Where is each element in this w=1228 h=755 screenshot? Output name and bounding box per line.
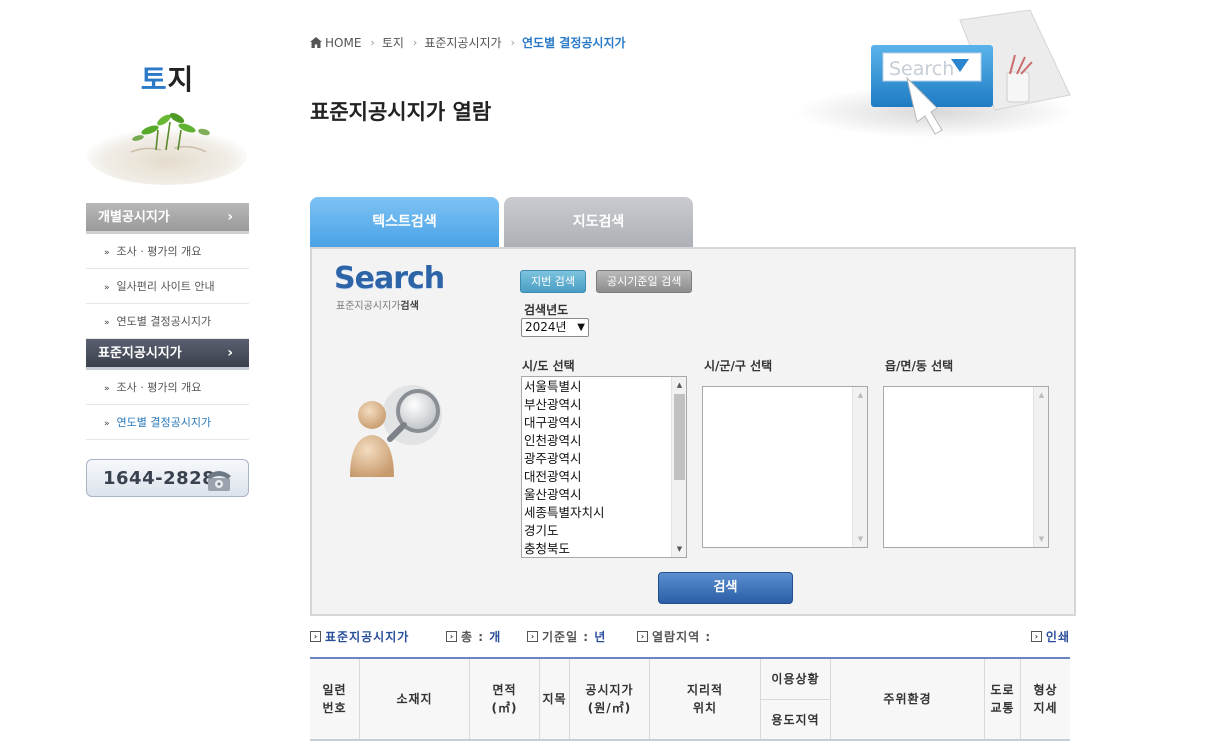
search-panel: Search 표준지공시지가검색 지번 검색 공시기준일 검색 검색년도 202… [310,247,1076,616]
sido-option[interactable]: 부산광역시 [524,396,670,414]
sidebar-section-individual[interactable]: 개별공시지가 › [86,203,249,234]
sidebar-title: 토지 [140,63,195,96]
sido-option[interactable]: 충청북도 [524,540,670,557]
result-total: › 총 : 개 [446,628,501,645]
col-geo: 지리적 위치 [650,659,761,739]
search-button[interactable]: 검색 [658,572,793,604]
box-arrow-icon: › [1030,631,1042,642]
year-label: 검색년도 [524,303,569,317]
result-standard-label: › 표준지공시지가 [310,628,409,645]
sidebar-section-standard[interactable]: 표준지공시지가 › [86,339,249,370]
sidebar-menu: 개별공시지가 › » 조사 · 평가의 개요 » 일사편리 사이트 안내 » 연도별 결… [86,203,249,440]
chevron-down-icon: ▼ [577,322,585,333]
chevron-right-icon: › [510,36,515,49]
breadcrumb-home[interactable]: HOME [325,36,361,50]
search-monitor-illustration: Search [795,9,1075,138]
sido-option[interactable]: 인천광역시 [524,432,670,450]
breadcrumb-land[interactable]: 토지 [382,34,404,51]
sido-option[interactable]: 울산광역시 [524,486,670,504]
result-region: › 열람지역 : [637,628,711,645]
year-select[interactable]: 2024년 ▼ [521,318,589,337]
breadcrumb-current: 연도별 결정공시지가 [522,36,626,50]
col-surround: 주위환경 [831,659,985,739]
double-arrow-icon: » [104,384,110,394]
chevron-right-icon: › [370,36,375,49]
double-arrow-icon: » [104,318,110,328]
col-use-status: 이용상황 [761,659,831,699]
chevron-right-icon: › [412,36,418,49]
sido-option[interactable]: 대전광역시 [524,468,670,486]
home-icon [310,37,322,48]
box-arrow-icon: › [446,631,457,642]
chevron-right-icon: › [227,209,233,225]
sigungu-label: 시/군/구 선택 [704,359,773,373]
scroll-thumb[interactable] [674,394,685,480]
phone-number: 1644-2828 [103,468,216,489]
col-serial: 일련 번호 [310,659,360,739]
col-shape: 형상 지세 [1033,683,1058,715]
sidebar-item-standard-overview[interactable]: » 조사 · 평가의 개요 [86,370,249,405]
sido-options: 서울특별시 부산광역시 대구광역시 인천광역시 광주광역시 대전광역시 울산광역… [522,377,670,557]
telephone-icon [207,471,231,491]
phone-contact-box: 1644-2828 [86,459,249,497]
scroll-down-icon[interactable]: ▼ [1034,532,1048,546]
sigungu-scrollbar[interactable]: ▲ ▼ [852,387,867,547]
page-title: 표준지공시지가 열람 [310,100,492,124]
box-arrow-icon: › [310,631,321,642]
scroll-down-icon[interactable]: ▼ [853,532,867,546]
sido-option[interactable]: 대구광역시 [524,414,670,432]
col-price: 공시지가 (원/㎡) [570,659,650,739]
col-road: 도로 교통 [985,659,1021,739]
breadcrumb: HOME › 토지 › 표준지공시지가 › 연도별 결정공시지가 [310,34,626,51]
result-table: 일련 번호 소재지 면적 (㎡) 지목 공시지가 (원/㎡) 지리적 위치 이용상황 용… [310,657,1070,741]
scroll-up-icon[interactable]: ▲ [672,378,686,392]
dong-label: 읍/면/동 선택 [885,359,954,373]
col-location: 소재지 [360,659,470,739]
breadcrumb-standard[interactable]: 표준지공시지가 [424,34,501,51]
sidebar-item-individual-yearly[interactable]: » 연도별 결정공시지가 [86,304,249,339]
double-arrow-icon: » [104,419,110,429]
print-link[interactable]: › 인쇄 [1030,628,1070,645]
scroll-up-icon[interactable]: ▲ [1034,388,1048,402]
lot-number-search-button[interactable]: 지번 검색 [520,270,586,293]
col-area: 면적 (㎡) [470,659,540,739]
sigungu-listbox[interactable]: ▲ ▼ [702,386,868,548]
scroll-down-icon[interactable]: ▼ [672,542,686,556]
dong-listbox[interactable]: ▲ ▼ [883,386,1049,548]
tab-text-search[interactable]: 텍스트검색 [310,197,499,247]
sprout-illustration [87,112,247,185]
double-arrow-icon: » [104,283,110,293]
table-header: 일련 번호 소재지 면적 (㎡) 지목 공시지가 (원/㎡) 지리적 위치 이용상황 용… [310,659,1070,739]
result-base-date: › 기준일 : 년 [527,628,606,645]
col-zoning: 용도지역 [761,699,831,739]
search-word-graphic: Search [889,58,954,80]
sido-option[interactable]: 광주광역시 [524,450,670,468]
search-logo: Search [334,261,445,296]
sido-listbox[interactable]: 서울특별시 부산광역시 대구광역시 인천광역시 광주광역시 대전광역시 울산광역… [521,376,687,558]
scroll-up-icon[interactable]: ▲ [853,388,867,402]
sido-option[interactable]: 세종특별자치시 [524,504,670,522]
box-arrow-icon: › [527,631,538,642]
sidebar-item-standard-yearly[interactable]: » 연도별 결정공시지가 [86,405,249,440]
tab-map-search[interactable]: 지도검색 [504,197,693,247]
box-arrow-icon: › [637,631,648,642]
user-magnifier-illustration [350,385,442,477]
col-jimok: 지목 [540,659,570,739]
search-logo-subtitle: 표준지공시지가검색 [336,301,419,312]
announce-date-search-button[interactable]: 공시기준일 검색 [596,270,693,293]
sido-option[interactable]: 서울특별시 [524,378,670,396]
double-arrow-icon: » [104,248,110,258]
sido-scrollbar[interactable]: ▲ ▼ [671,377,686,557]
chevron-right-icon: › [227,345,233,361]
sidebar-item-individual-overview[interactable]: » 조사 · 평가의 개요 [86,234,249,269]
sido-label: 시/도 선택 [522,359,575,373]
dong-scrollbar[interactable]: ▲ ▼ [1033,387,1048,547]
result-info-bar: › 표준지공시지가 › 총 : 개 › 기준일 : 년 › 열람지역 : › 인쇄 [310,628,1070,646]
sidebar-item-ilsa-site[interactable]: » 일사편리 사이트 안내 [86,269,249,304]
sido-option[interactable]: 경기도 [524,522,670,540]
